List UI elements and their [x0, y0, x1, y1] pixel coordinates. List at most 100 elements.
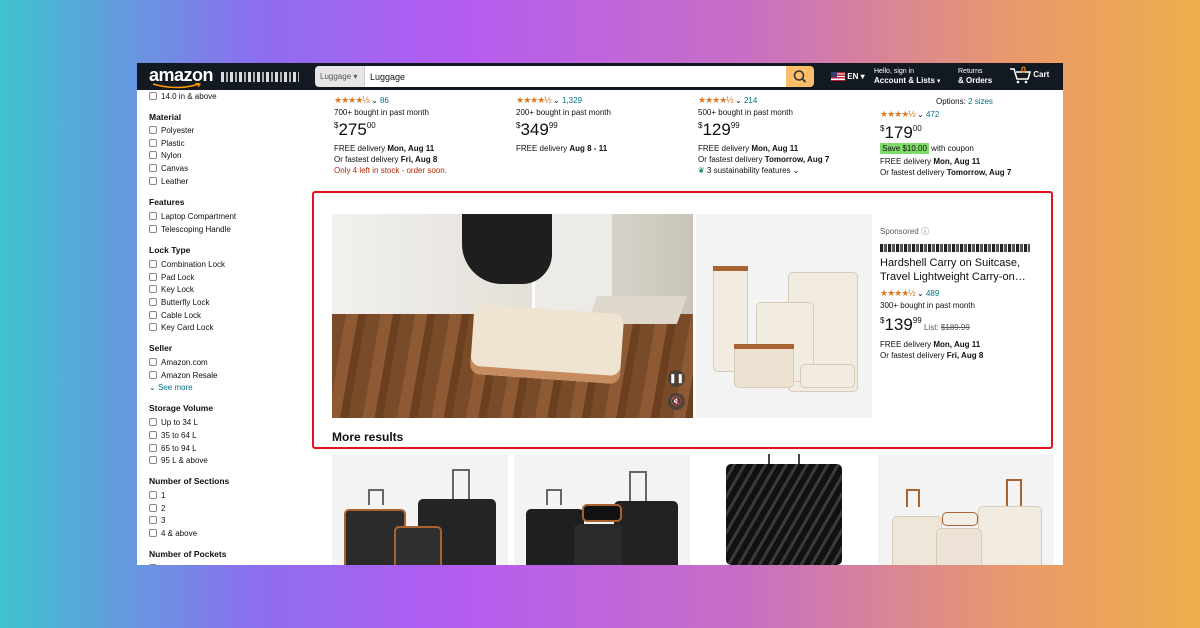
star-rating[interactable]: ★★★★½ — [698, 95, 734, 105]
search-category-dropdown[interactable]: Luggage ▾ — [315, 66, 365, 87]
filter-option[interactable]: Amazon Resale — [149, 370, 217, 382]
video-suitcase — [469, 303, 625, 385]
product-image[interactable] — [332, 454, 508, 565]
filter-option[interactable]: Telescoping Handle — [149, 224, 231, 236]
checkbox[interactable] — [149, 139, 157, 147]
search-button[interactable] — [786, 66, 814, 87]
sponsored-label[interactable]: Sponsored ⓘ — [880, 226, 1050, 237]
filter-option[interactable]: 65 to 94 L — [149, 443, 197, 455]
search-input[interactable] — [365, 66, 786, 87]
filter-label: Key Card Lock — [161, 323, 214, 332]
cart-button[interactable]: 0 Cart — [1009, 65, 1049, 84]
product-card[interactable]: ★★★★½ ⌄ 1,329 200+ bought in past month … — [516, 90, 692, 153]
language-selector[interactable]: EN ▾ — [831, 72, 865, 82]
checkbox[interactable] — [149, 371, 157, 379]
filter-option[interactable]: Up to 34 L — [149, 417, 198, 429]
mute-button[interactable]: 🔇 — [668, 393, 685, 410]
review-count[interactable]: 472 — [926, 110, 939, 119]
pause-button[interactable]: ❚❚ — [668, 370, 685, 387]
star-rating[interactable]: ★★★★½ — [516, 95, 552, 105]
filter-option[interactable]: Amazon.com — [149, 357, 208, 369]
product-image[interactable] — [514, 454, 690, 565]
review-count[interactable]: 489 — [926, 289, 939, 298]
checkbox[interactable] — [149, 151, 157, 159]
filter-option[interactable]: Combination Lock — [149, 259, 225, 271]
checkbox[interactable] — [149, 564, 157, 565]
price[interactable]: $17900 — [880, 123, 1056, 143]
delivery-location-redacted[interactable] — [221, 72, 299, 82]
filter-option[interactable]: Cable Lock — [149, 310, 201, 322]
coupon-badge[interactable]: Save $10.00 — [880, 143, 929, 154]
star-rating[interactable]: ★★★★½ — [334, 95, 370, 105]
filter-option[interactable]: Leather — [149, 176, 188, 188]
checkbox[interactable] — [149, 285, 157, 293]
checkbox[interactable] — [149, 323, 157, 331]
video-person — [462, 214, 552, 284]
product-card[interactable]: ★★★★½ ⌄ 214 500+ bought in past month $1… — [698, 90, 874, 175]
price-row[interactable]: $13999 List: $189.99 — [880, 315, 1050, 335]
checkbox[interactable] — [149, 358, 157, 366]
filter-label: Telescoping Handle — [161, 225, 231, 234]
review-count[interactable]: 86 — [380, 96, 389, 105]
filter-option[interactable] — [149, 563, 161, 565]
checkbox[interactable] — [149, 431, 157, 439]
filter-option[interactable]: Canvas — [149, 163, 188, 175]
filter-option[interactable]: 2 — [149, 503, 165, 515]
filter-option[interactable]: 1 — [149, 490, 165, 502]
filter-option[interactable]: 14.0 in & above — [149, 91, 217, 103]
checkbox[interactable] — [149, 260, 157, 268]
review-count[interactable]: 214 — [744, 96, 757, 105]
filter-option[interactable]: Polyester — [149, 125, 194, 137]
filter-option[interactable]: Pad Lock — [149, 272, 194, 284]
price[interactable]: $34999 — [516, 120, 692, 140]
see-more-link[interactable]: ⌄ See more — [149, 382, 193, 394]
checkbox[interactable] — [149, 456, 157, 464]
product-image[interactable] — [878, 454, 1054, 565]
account-menu[interactable]: Hello, sign in Account & Lists ▾ — [874, 67, 940, 86]
product-image[interactable] — [696, 454, 872, 565]
checkbox[interactable] — [149, 516, 157, 524]
filter-option[interactable]: Key Card Lock — [149, 322, 213, 334]
checkbox[interactable] — [149, 177, 157, 185]
ad-video[interactable]: ❚❚ 🔇 — [332, 214, 693, 418]
filter-option[interactable]: 95 L & above — [149, 455, 208, 467]
checkbox[interactable] — [149, 92, 157, 100]
checkbox[interactable] — [149, 311, 157, 319]
checkbox[interactable] — [149, 504, 157, 512]
filter-option[interactable]: 4 & above — [149, 528, 197, 540]
filter-option[interactable]: Plastic — [149, 138, 185, 150]
sustainability-features[interactable]: ❦ 3 sustainability features ⌄ — [698, 166, 874, 175]
checkbox[interactable] — [149, 126, 157, 134]
checkbox[interactable] — [149, 212, 157, 220]
price[interactable]: $27500 — [334, 120, 510, 140]
checkbox[interactable] — [149, 298, 157, 306]
checkbox[interactable] — [149, 164, 157, 172]
returns-orders[interactable]: Returns & Orders — [958, 67, 992, 86]
checkbox[interactable] — [149, 418, 157, 426]
checkbox[interactable] — [149, 273, 157, 281]
product-card[interactable]: ★★★★½ ⌄ 86 700+ bought in past month $27… — [334, 90, 510, 175]
filter-option[interactable]: Laptop Compartment — [149, 211, 236, 223]
filter-option[interactable]: 3 — [149, 515, 165, 527]
filter-option[interactable]: Key Lock — [149, 284, 194, 296]
checkbox[interactable] — [149, 529, 157, 537]
price[interactable]: $12999 — [698, 120, 874, 140]
checkbox[interactable] — [149, 444, 157, 452]
filter-label: 35 to 64 L — [161, 431, 197, 440]
options-link[interactable]: 2 sizes — [968, 97, 993, 106]
filter-group-title: Lock Type — [149, 245, 191, 255]
star-rating[interactable]: ★★★★½ — [880, 288, 916, 298]
product-card[interactable]: Options: 2 sizes ★★★★½ ⌄ 472 $17900 Save… — [880, 90, 1056, 177]
fastest-delivery: Or fastest delivery Fri, Aug 8 — [334, 155, 438, 164]
filter-option[interactable]: Nylon — [149, 150, 181, 162]
review-count[interactable]: 1,329 — [562, 96, 582, 105]
filter-option[interactable]: 35 to 64 L — [149, 430, 197, 442]
delivery-info: FREE delivery Mon, Aug 11 — [334, 144, 435, 153]
ad-product-image[interactable] — [696, 214, 872, 418]
checkbox[interactable] — [149, 225, 157, 233]
ad-title[interactable]: Hardshell Carry on Suitcase, Travel Ligh… — [880, 256, 1050, 284]
filter-option[interactable]: Butterfly Lock — [149, 297, 209, 309]
pause-icon: ❚❚ — [668, 373, 685, 383]
checkbox[interactable] — [149, 491, 157, 499]
star-rating[interactable]: ★★★★½ — [880, 109, 916, 119]
